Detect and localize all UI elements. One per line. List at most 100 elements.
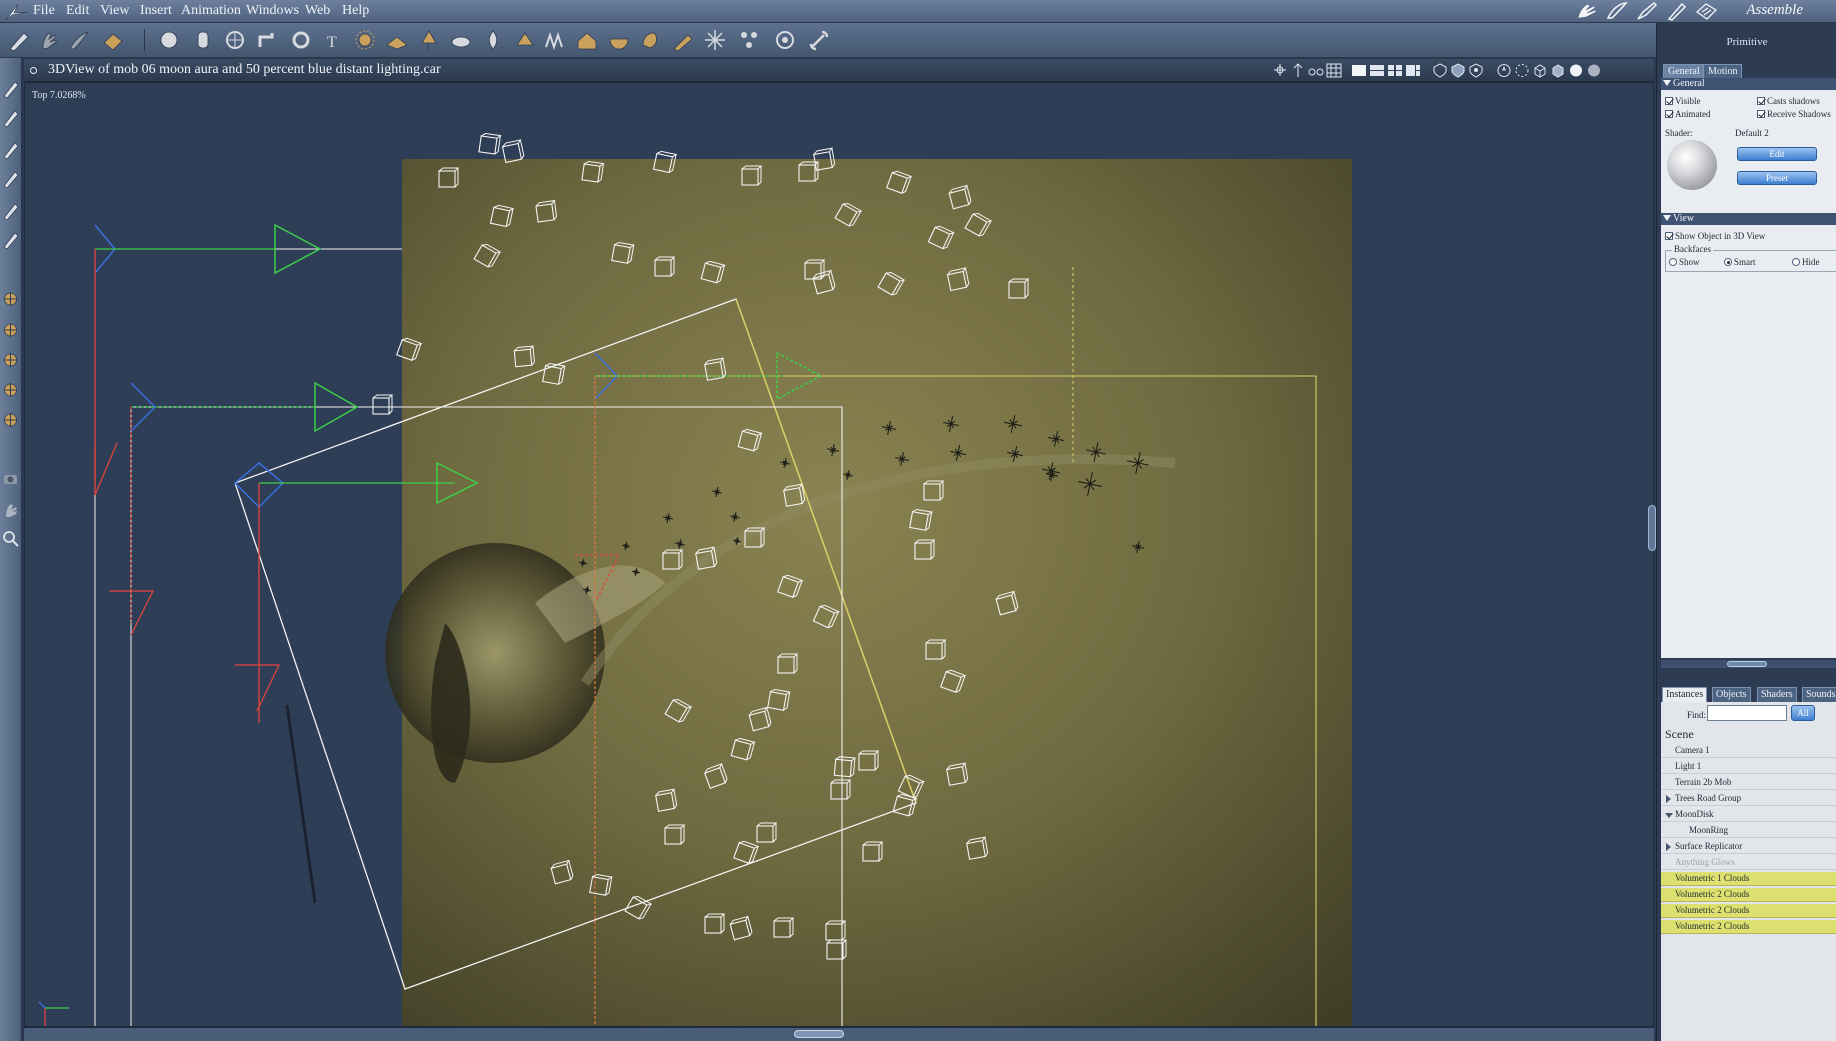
gizmo-2[interactable] xyxy=(109,381,359,636)
brush2-icon[interactable] xyxy=(670,27,696,53)
cylinder-icon[interactable] xyxy=(190,27,216,53)
scene-tree-row[interactable]: Terrain 2b Mob xyxy=(1661,776,1836,790)
sphere-icon[interactable] xyxy=(156,27,182,53)
general-section-header[interactable]: General xyxy=(1661,78,1836,90)
tab-shaders[interactable]: Shaders xyxy=(1757,687,1797,702)
app-logo-icon[interactable] xyxy=(4,2,30,22)
collapse-arrow-icon[interactable] xyxy=(1665,813,1673,818)
plant-icon[interactable] xyxy=(512,27,538,53)
render-icon[interactable] xyxy=(100,27,126,53)
shaded-box-icon[interactable] xyxy=(1550,63,1566,78)
scene-tree-row[interactable]: Surface Replicator xyxy=(1661,840,1836,854)
menu-edit[interactable]: Edit xyxy=(66,3,89,19)
panel-split-bar[interactable] xyxy=(1661,660,1836,668)
menu-help[interactable]: Help xyxy=(342,3,369,19)
view-section-header[interactable]: View xyxy=(1661,213,1836,225)
scene-tree-row[interactable]: Volumetric 2 Clouds xyxy=(1661,920,1836,934)
backfaces-hide-radio[interactable]: Hide xyxy=(1792,257,1820,267)
fire-icon[interactable] xyxy=(480,27,506,53)
shaded-sphere-icon[interactable] xyxy=(1568,63,1584,78)
pan-icon[interactable] xyxy=(1290,63,1306,78)
tab-general[interactable]: General xyxy=(1663,64,1705,78)
animated-checkbox[interactable]: Animated xyxy=(1665,109,1711,119)
target-icon[interactable] xyxy=(772,27,798,53)
rock-icon[interactable] xyxy=(638,27,664,53)
mode-label[interactable]: Assemble xyxy=(1746,2,1803,19)
expand-arrow-icon[interactable] xyxy=(1666,795,1671,803)
menu-animation[interactable]: Animation xyxy=(181,3,241,19)
shield-view2-icon[interactable] xyxy=(1450,63,1466,78)
shield-view-icon[interactable] xyxy=(1432,63,1448,78)
arrow-tool-icon[interactable] xyxy=(1,78,20,100)
layout-quad-icon[interactable] xyxy=(1387,63,1403,78)
receive-shadows-checkbox[interactable]: Receive Shadows xyxy=(1757,109,1831,119)
rotate-move-tool-icon[interactable] xyxy=(1,319,20,341)
hand-room-icon[interactable] xyxy=(1574,0,1600,22)
view-menu-dot-icon[interactable] xyxy=(30,67,37,74)
globe-icon[interactable] xyxy=(222,27,248,53)
wireframe-box-icon[interactable] xyxy=(1532,63,1548,78)
shader-preview[interactable] xyxy=(1667,140,1717,190)
compass-icon[interactable] xyxy=(1496,63,1512,78)
scene-tree-row[interactable]: Volumetric 2 Clouds xyxy=(1661,888,1836,902)
cube-instance[interactable] xyxy=(478,133,502,155)
metaball-icon[interactable] xyxy=(352,27,378,53)
texture-room-icon[interactable] xyxy=(1694,0,1720,22)
timeline-handle[interactable] xyxy=(794,1030,844,1038)
gear-group-icon[interactable] xyxy=(736,27,762,53)
zoom-tool-icon[interactable] xyxy=(1,528,20,550)
shader-preset-button[interactable]: Preset xyxy=(1737,171,1817,185)
scene-canvas[interactable] xyxy=(25,83,1654,1027)
split-handle[interactable] xyxy=(1727,661,1767,667)
tree-icon[interactable] xyxy=(416,27,442,53)
find-all-button[interactable]: All xyxy=(1791,705,1815,721)
menu-view[interactable]: View xyxy=(100,3,129,19)
menu-windows[interactable]: Windows xyxy=(246,3,299,19)
textured-sphere-icon[interactable] xyxy=(1586,63,1602,78)
hand-icon[interactable] xyxy=(36,27,62,53)
backfaces-show-radio[interactable]: Show xyxy=(1669,257,1700,267)
grass-icon[interactable] xyxy=(542,27,568,53)
dotted-sphere-icon[interactable] xyxy=(1514,63,1530,78)
pan-tool-icon[interactable] xyxy=(1,498,20,520)
text-icon[interactable]: T xyxy=(320,27,346,53)
layout-single-icon[interactable] xyxy=(1351,63,1367,78)
pen-icon[interactable] xyxy=(6,27,32,53)
scene-tree-row[interactable]: Camera 1 xyxy=(1661,744,1836,758)
scene-tree-row[interactable]: MoonDisk xyxy=(1661,808,1836,822)
move-tool-icon[interactable] xyxy=(1,288,20,310)
3d-viewport[interactable]: Top 7.0268% xyxy=(24,82,1654,1027)
find-input[interactable] xyxy=(1707,705,1787,721)
scene-tree-row[interactable]: Trees Road Group xyxy=(1661,792,1836,806)
sparkle-icon[interactable] xyxy=(702,27,728,53)
show-object-checkbox[interactable]: Show Object in 3D View xyxy=(1665,231,1765,241)
scene-tree-row[interactable]: Volumetric 1 Clouds xyxy=(1661,872,1836,886)
tab-motion[interactable]: Motion xyxy=(1703,64,1743,78)
cloud-icon[interactable] xyxy=(448,27,474,53)
scene-tree-row[interactable]: MoonRing xyxy=(1661,824,1836,838)
rotate-tool-icon[interactable] xyxy=(1,139,20,161)
tab-sounds[interactable]: Sounds xyxy=(1802,687,1836,702)
casts-shadows-checkbox[interactable]: Casts shadows xyxy=(1757,96,1820,106)
bone-icon[interactable] xyxy=(806,27,832,53)
tab-objects[interactable]: Objects xyxy=(1712,687,1751,702)
pencil-tool-icon[interactable] xyxy=(1,200,20,222)
scale-tool-icon[interactable] xyxy=(1,349,20,371)
shield-view3-icon[interactable] xyxy=(1468,63,1484,78)
camera-tool-icon[interactable] xyxy=(1,468,20,490)
sculpt-room-icon[interactable] xyxy=(1604,0,1630,22)
scene-tree-row[interactable]: Light 1 xyxy=(1661,760,1836,774)
menu-web[interactable]: Web xyxy=(305,3,330,19)
scene-tree-row[interactable]: Anything Glows xyxy=(1661,856,1836,870)
bend-tool-icon[interactable] xyxy=(1,107,20,129)
pen-room-icon[interactable] xyxy=(1664,0,1690,22)
camera-move-icon[interactable] xyxy=(1272,63,1288,78)
tab-instances[interactable]: Instances xyxy=(1662,687,1708,702)
shader-edit-button[interactable]: Edit xyxy=(1737,147,1817,161)
backfaces-smart-radio[interactable]: Smart xyxy=(1724,257,1756,267)
house-icon[interactable] xyxy=(574,27,600,53)
terrain-icon[interactable] xyxy=(384,27,410,53)
pipe-icon[interactable] xyxy=(254,27,280,53)
brush-tool-icon[interactable] xyxy=(1,229,20,251)
menu-insert[interactable]: Insert xyxy=(140,3,172,19)
